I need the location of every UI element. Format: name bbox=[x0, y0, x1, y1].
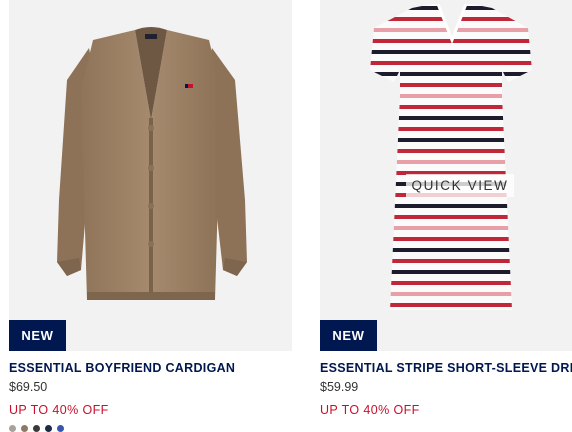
stripe bbox=[370, 17, 532, 21]
stripe bbox=[370, 50, 532, 54]
stripe bbox=[370, 72, 532, 76]
stripe bbox=[370, 303, 532, 307]
stripe bbox=[320, 314, 572, 318]
stripe bbox=[370, 39, 532, 43]
product-image-dress[interactable]: QUICK VIEW NEW bbox=[320, 0, 572, 351]
stripe bbox=[370, 204, 532, 208]
product-card-cardigan[interactable]: NEW ESSENTIAL BOYFRIEND CARDIGAN $69.50 … bbox=[9, 0, 292, 432]
stripe bbox=[370, 160, 532, 164]
product-price: $59.99 bbox=[320, 380, 359, 394]
cardigan-illustration bbox=[57, 27, 247, 300]
stripe bbox=[370, 127, 532, 131]
stripe bbox=[370, 281, 532, 285]
stripe bbox=[370, 237, 532, 241]
product-price: $69.50 bbox=[9, 380, 48, 394]
promo-text: UP TO 40% OFF bbox=[320, 403, 420, 417]
stripe bbox=[370, 61, 532, 65]
stripe bbox=[370, 248, 532, 252]
stripe bbox=[370, 105, 532, 109]
quick-view-button[interactable]: QUICK VIEW bbox=[406, 174, 514, 197]
product-image-cardigan[interactable]: NEW bbox=[9, 0, 292, 351]
stripe bbox=[370, 94, 532, 98]
stripe bbox=[370, 149, 532, 153]
product-grid: NEW ESSENTIAL BOYFRIEND CARDIGAN $69.50 … bbox=[0, 0, 572, 432]
promo-text: UP TO 40% OFF bbox=[9, 403, 109, 417]
stripe bbox=[370, 83, 532, 87]
product-name[interactable]: ESSENTIAL BOYFRIEND CARDIGAN bbox=[9, 361, 292, 375]
stripe bbox=[370, 116, 532, 120]
product-card-dress[interactable]: QUICK VIEW NEW ESSENTIAL STRIPE SHORT-SL… bbox=[320, 0, 572, 417]
stripe bbox=[370, 226, 532, 230]
stripe bbox=[370, 270, 532, 274]
stripe bbox=[370, 292, 532, 296]
new-badge: NEW bbox=[320, 320, 377, 351]
stripe bbox=[370, 138, 532, 142]
stripe bbox=[370, 215, 532, 219]
stripe bbox=[370, 259, 532, 263]
stripe bbox=[370, 6, 532, 10]
new-badge: NEW bbox=[9, 320, 66, 351]
product-name[interactable]: ESSENTIAL STRIPE SHORT-SLEEVE DRESS bbox=[320, 361, 572, 375]
